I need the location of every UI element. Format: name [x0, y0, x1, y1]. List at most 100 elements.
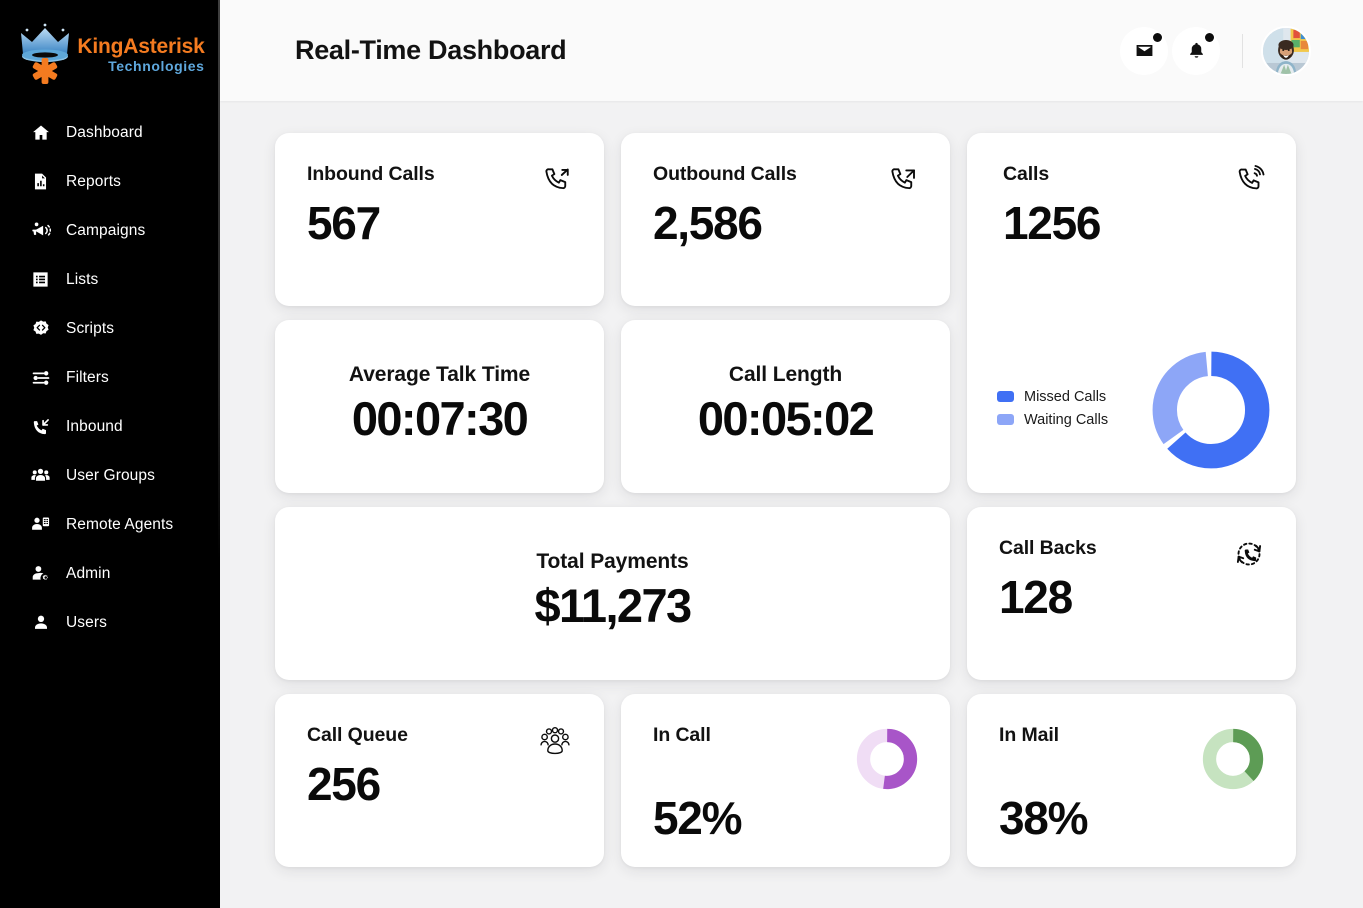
remote-agent-icon	[30, 514, 51, 535]
calls-chart-area: Missed Calls Waiting Calls	[967, 349, 1280, 471]
home-icon	[30, 122, 51, 143]
in-mail-donut-chart	[1202, 728, 1264, 790]
card-total-payments[interactable]: Total Payments $11,273	[275, 507, 950, 680]
sidebar-item-label: User Groups	[66, 467, 155, 485]
calls-legend: Missed Calls Waiting Calls	[997, 389, 1108, 432]
stats-grid: Inbound Calls 567 Outbound Cal	[275, 133, 1296, 867]
messages-button[interactable]	[1120, 27, 1168, 75]
sidebar-item-label: Scripts	[66, 320, 114, 338]
megaphone-icon	[30, 220, 51, 241]
notifications-badge-dot	[1205, 33, 1214, 42]
top-header: Real-Time Dashboard	[220, 0, 1363, 101]
card-title: In Mail	[999, 724, 1059, 747]
page-title: Real-Time Dashboard	[295, 35, 566, 66]
dashboard-content: Inbound Calls 567 Outbound Cal	[220, 101, 1363, 908]
card-title: Outbound Calls	[653, 163, 797, 186]
legend-item: Waiting Calls	[997, 412, 1108, 428]
user-icon	[30, 612, 51, 633]
card-value: $11,273	[534, 581, 690, 632]
phone-incoming-icon	[542, 165, 572, 195]
sidebar-item-reports[interactable]: Reports	[0, 157, 220, 206]
sidebar-item-label: Admin	[66, 565, 110, 583]
card-title: Average Talk Time	[349, 363, 530, 387]
sidebar-item-lists[interactable]: Lists	[0, 255, 220, 304]
card-call-backs[interactable]: Call Backs 128	[967, 507, 1296, 680]
calls-donut-chart	[1150, 349, 1272, 471]
users-group-icon	[30, 465, 51, 486]
legend-swatch-waiting-calls	[997, 414, 1014, 425]
sidebar-item-user-groups[interactable]: User Groups	[0, 451, 220, 500]
app-root: KingAsterisk Technologies Dashboard Repo…	[0, 0, 1363, 908]
card-value: 38%	[999, 794, 1264, 844]
user-gear-icon	[30, 563, 51, 584]
sidebar-edge	[218, 0, 220, 560]
notifications-button[interactable]	[1172, 27, 1220, 75]
sidebar-item-inbound[interactable]: Inbound	[0, 402, 220, 451]
header-actions	[1116, 26, 1311, 76]
card-title: Inbound Calls	[307, 163, 435, 186]
brand-logo[interactable]: KingAsterisk Technologies	[0, 0, 220, 106]
legend-label: Waiting Calls	[1024, 412, 1108, 428]
phone-incoming-icon	[30, 416, 51, 437]
document-chart-icon	[30, 171, 51, 192]
card-value: 00:05:02	[698, 394, 873, 445]
card-outbound-calls[interactable]: Outbound Calls 2,586	[621, 133, 950, 306]
sidebar-item-label: Filters	[66, 369, 109, 387]
card-call-queue[interactable]: Call Queue 256	[275, 694, 604, 867]
sidebar-item-dashboard[interactable]: Dashboard	[0, 108, 220, 157]
card-value: 00:07:30	[352, 394, 527, 445]
card-value: 128	[999, 573, 1264, 623]
phone-ringing-icon	[1236, 165, 1266, 195]
sidebar-item-label: Users	[66, 614, 107, 632]
legend-swatch-missed-calls	[997, 391, 1014, 402]
card-in-mail[interactable]: In Mail 38%	[967, 694, 1296, 867]
avatar[interactable]	[1261, 26, 1311, 76]
list-icon	[30, 269, 51, 290]
card-value: 2,586	[653, 199, 918, 249]
sidebar-item-label: Lists	[66, 271, 98, 289]
in-call-donut-chart	[856, 728, 918, 790]
card-title: Call Queue	[307, 724, 408, 747]
card-title: Call Length	[729, 363, 842, 387]
sidebar-nav: Dashboard Reports Campaigns	[0, 108, 220, 647]
phone-outgoing-icon	[888, 165, 918, 195]
card-average-talk-time[interactable]: Average Talk Time 00:07:30	[275, 320, 604, 493]
mail-icon	[1135, 41, 1154, 60]
sidebar-item-scripts[interactable]: Scripts	[0, 304, 220, 353]
card-title: In Call	[653, 724, 711, 747]
card-in-call[interactable]: In Call 52%	[621, 694, 950, 867]
legend-item: Missed Calls	[997, 389, 1108, 405]
card-value: 256	[307, 760, 572, 810]
legend-label: Missed Calls	[1024, 389, 1106, 405]
main-area: Real-Time Dashboard	[220, 0, 1363, 908]
sidebar-item-label: Inbound	[66, 418, 123, 436]
sidebar-item-users[interactable]: Users	[0, 598, 220, 647]
people-group-icon	[538, 726, 572, 756]
bell-icon	[1187, 41, 1206, 60]
brand-name: KingAsterisk	[77, 36, 204, 57]
sliders-icon	[30, 367, 51, 388]
card-calls[interactable]: Calls 1256	[967, 133, 1296, 493]
sidebar-item-remote-agents[interactable]: Remote Agents	[0, 500, 220, 549]
card-title: Total Payments	[536, 550, 688, 574]
sidebar-item-campaigns[interactable]: Campaigns	[0, 206, 220, 255]
header-divider	[1242, 34, 1243, 68]
phone-refresh-icon	[1234, 539, 1264, 569]
sidebar: KingAsterisk Technologies Dashboard Repo…	[0, 0, 220, 908]
sidebar-item-label: Dashboard	[66, 124, 143, 142]
card-inbound-calls[interactable]: Inbound Calls 567	[275, 133, 604, 306]
code-badge-icon	[30, 318, 51, 339]
sidebar-item-filters[interactable]: Filters	[0, 353, 220, 402]
sidebar-item-admin[interactable]: Admin	[0, 549, 220, 598]
sidebar-item-label: Reports	[66, 173, 121, 191]
crown-asterisk-logo-icon	[15, 18, 75, 88]
card-title: Calls	[1003, 163, 1049, 186]
sidebar-item-label: Campaigns	[66, 222, 145, 240]
card-value: 52%	[653, 794, 918, 844]
card-value: 567	[307, 199, 572, 249]
card-title: Call Backs	[999, 537, 1097, 560]
user-avatar-photo-icon	[1263, 28, 1309, 74]
card-call-length[interactable]: Call Length 00:05:02	[621, 320, 950, 493]
sidebar-item-label: Remote Agents	[66, 516, 173, 534]
brand-subtitle: Technologies	[77, 59, 204, 73]
